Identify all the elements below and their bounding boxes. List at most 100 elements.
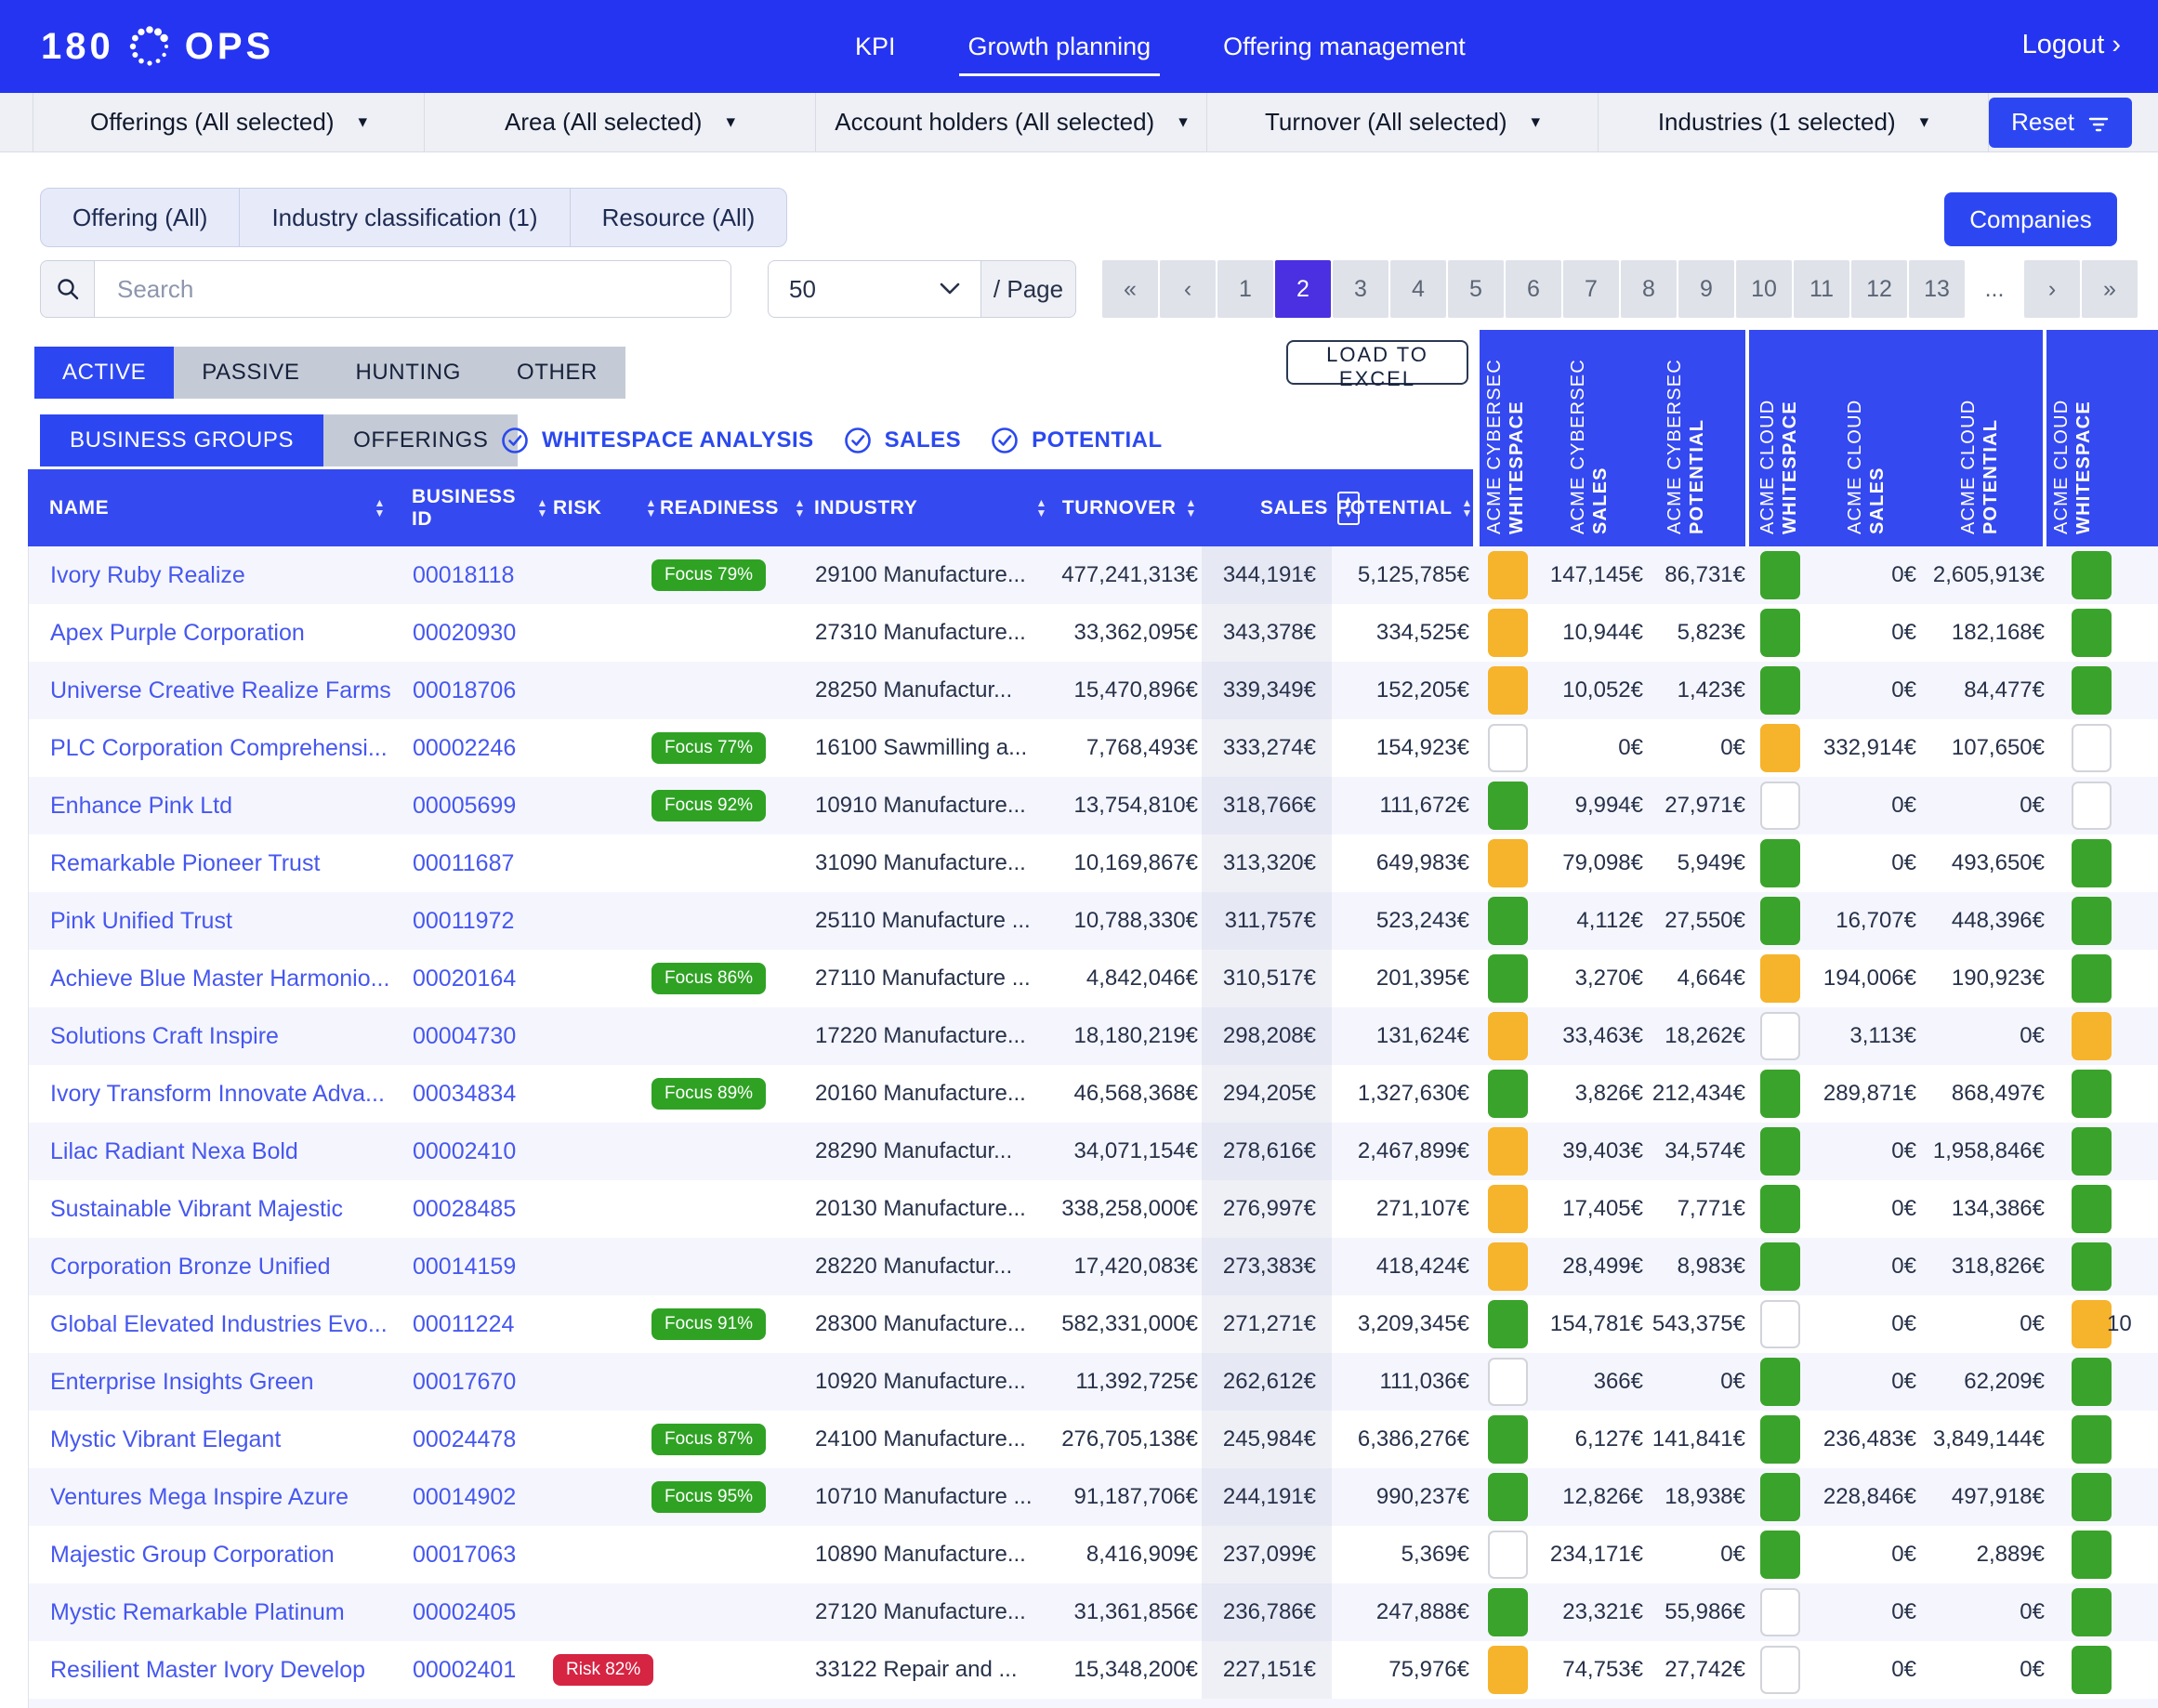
status-tab-other[interactable]: OTHER (489, 347, 625, 399)
whitespace-indicator[interactable] (1760, 1185, 1800, 1233)
business-id-link[interactable]: 00002410 (413, 1123, 552, 1180)
whitespace-indicator[interactable] (2072, 609, 2112, 657)
business-id-link[interactable]: 00004730 (413, 1007, 552, 1065)
whitespace-indicator[interactable] (1760, 1415, 1800, 1464)
business-id-link[interactable]: 00034834 (413, 1065, 552, 1123)
whitespace-indicator[interactable] (1760, 1070, 1800, 1118)
status-tab-hunting[interactable]: HUNTING (327, 347, 489, 399)
nav-tab-growth-planning[interactable]: Growth planning (968, 33, 1151, 61)
pagination-11[interactable]: 11 (1794, 260, 1849, 318)
page-size-select[interactable]: 50 (768, 260, 981, 318)
company-name-link[interactable]: Majestic Group Corporation (50, 1526, 408, 1583)
filter-dropdown-industries-1-selected[interactable]: Industries (1 selected)▾ (1598, 93, 1989, 151)
whitespace-indicator[interactable] (1488, 1185, 1528, 1233)
whitespace-indicator[interactable] (1760, 666, 1800, 715)
company-name-link[interactable]: Achieve Blue Master Harmonio... (50, 950, 408, 1007)
whitespace-indicator[interactable] (1488, 897, 1528, 945)
companies-button[interactable]: Companies (1944, 192, 2117, 246)
toggle-sales[interactable]: SALES (844, 427, 962, 454)
business-id-link[interactable]: 00002246 (413, 719, 552, 777)
whitespace-indicator[interactable] (1488, 551, 1528, 599)
company-name-link[interactable]: Enterprise Insights Green (50, 1353, 408, 1411)
pagination-[interactable]: ‹ (1160, 260, 1216, 318)
whitespace-indicator[interactable] (1488, 954, 1528, 1003)
business-id-link[interactable]: 00002401 (413, 1641, 552, 1699)
company-name-link[interactable]: Lilac Radiant Nexa Bold (50, 1123, 408, 1180)
column-header-business-id[interactable]: BUSINESS ID▲▼ (412, 469, 548, 546)
pagination-10[interactable]: 10 (1736, 260, 1792, 318)
whitespace-indicator[interactable] (1760, 1588, 1800, 1636)
toggle-potential[interactable]: POTENTIAL (991, 427, 1163, 454)
company-name-link[interactable]: Mystic Remarkable Platinum (50, 1583, 408, 1641)
pagination-[interactable]: › (2024, 260, 2080, 318)
whitespace-indicator[interactable] (1488, 666, 1528, 715)
search-input[interactable] (94, 260, 731, 318)
column-header-potential[interactable]: POTENTIAL▲▼ (1324, 469, 1473, 546)
view-tab-offerings[interactable]: OFFERINGS (323, 414, 518, 466)
whitespace-indicator[interactable] (2072, 1415, 2112, 1464)
business-id-link[interactable]: 00018118 (413, 546, 552, 604)
company-name-link[interactable]: Remarkable Pioneer Trust (50, 834, 408, 892)
pagination-2[interactable]: 2 (1275, 260, 1331, 318)
whitespace-indicator[interactable] (2072, 1242, 2112, 1291)
business-id-link[interactable]: 00014159 (413, 1238, 552, 1295)
whitespace-indicator[interactable] (1488, 1358, 1528, 1406)
whitespace-indicator[interactable] (2072, 1531, 2112, 1579)
company-name-link[interactable]: Mystic Vibrant Elegant (50, 1411, 408, 1468)
whitespace-indicator[interactable] (1488, 1473, 1528, 1521)
pagination-7[interactable]: 7 (1563, 260, 1619, 318)
whitespace-indicator[interactable] (1760, 1242, 1800, 1291)
whitespace-indicator[interactable] (1760, 1473, 1800, 1521)
business-id-link[interactable]: 00020164 (413, 950, 552, 1007)
scope-chip-industry-classification-1[interactable]: Industry classification (1) (240, 189, 570, 246)
company-name-link[interactable]: Ventures Mega Inspire Azure (50, 1468, 408, 1526)
whitespace-indicator[interactable] (2072, 1646, 2112, 1694)
pagination-8[interactable]: 8 (1621, 260, 1677, 318)
whitespace-indicator[interactable] (1488, 1646, 1528, 1694)
whitespace-indicator[interactable] (1488, 1415, 1528, 1464)
view-tab-business-groups[interactable]: BUSINESS GROUPS (40, 414, 323, 466)
pagination-12[interactable]: 12 (1851, 260, 1907, 318)
scope-chip-resource-all[interactable]: Resource (All) (571, 189, 787, 246)
whitespace-indicator[interactable] (1760, 551, 1800, 599)
business-id-link[interactable]: 00014902 (413, 1468, 552, 1526)
whitespace-indicator[interactable] (2072, 1358, 2112, 1406)
nav-tab-offering-management[interactable]: Offering management (1223, 33, 1466, 61)
search-icon-box[interactable] (40, 260, 94, 318)
company-name-link[interactable]: Apex Purple Corporation (50, 604, 408, 662)
status-tab-active[interactable]: ACTIVE (34, 347, 174, 399)
whitespace-indicator[interactable] (2072, 954, 2112, 1003)
whitespace-indicator[interactable] (2072, 782, 2112, 830)
whitespace-indicator[interactable] (1760, 1127, 1800, 1176)
pagination-[interactable]: » (2082, 260, 2138, 318)
whitespace-indicator[interactable] (1488, 1242, 1528, 1291)
whitespace-indicator[interactable] (1488, 1127, 1528, 1176)
whitespace-indicator[interactable] (1488, 1070, 1528, 1118)
whitespace-indicator[interactable] (1760, 782, 1800, 830)
whitespace-indicator[interactable] (2072, 724, 2112, 772)
whitespace-indicator[interactable] (2072, 1185, 2112, 1233)
company-name-link[interactable]: Universe Creative Realize Farms (50, 662, 408, 719)
whitespace-indicator[interactable] (1488, 1531, 1528, 1579)
whitespace-indicator[interactable] (1488, 1300, 1528, 1348)
pagination-13[interactable]: 13 (1909, 260, 1965, 318)
business-id-link[interactable]: 00011687 (413, 834, 552, 892)
whitespace-indicator[interactable] (2072, 1588, 2112, 1636)
filter-dropdown-offerings-all-selected[interactable]: Offerings (All selected)▾ (33, 93, 424, 151)
whitespace-indicator[interactable] (2072, 1127, 2112, 1176)
business-id-link[interactable]: 00005699 (413, 777, 552, 834)
whitespace-indicator[interactable] (2072, 551, 2112, 599)
pagination-9[interactable]: 9 (1678, 260, 1734, 318)
status-tab-passive[interactable]: PASSIVE (174, 347, 327, 399)
business-id-link[interactable]: 00017063 (413, 1526, 552, 1583)
whitespace-indicator[interactable] (1760, 839, 1800, 887)
business-id-link[interactable]: 00011224 (413, 1295, 552, 1353)
whitespace-indicator[interactable] (1760, 1646, 1800, 1694)
reset-filters-button[interactable]: Reset (1989, 98, 2132, 148)
business-id-link[interactable]: 00020930 (413, 604, 552, 662)
toggle-whitespace-analysis[interactable]: WHITESPACE ANALYSIS (501, 427, 814, 454)
nav-tab-kpi[interactable]: KPI (855, 33, 896, 61)
whitespace-indicator[interactable] (1488, 724, 1528, 772)
company-name-link[interactable]: PLC Corporation Comprehensi... (50, 719, 408, 777)
business-id-link[interactable]: 00024478 (413, 1411, 552, 1468)
